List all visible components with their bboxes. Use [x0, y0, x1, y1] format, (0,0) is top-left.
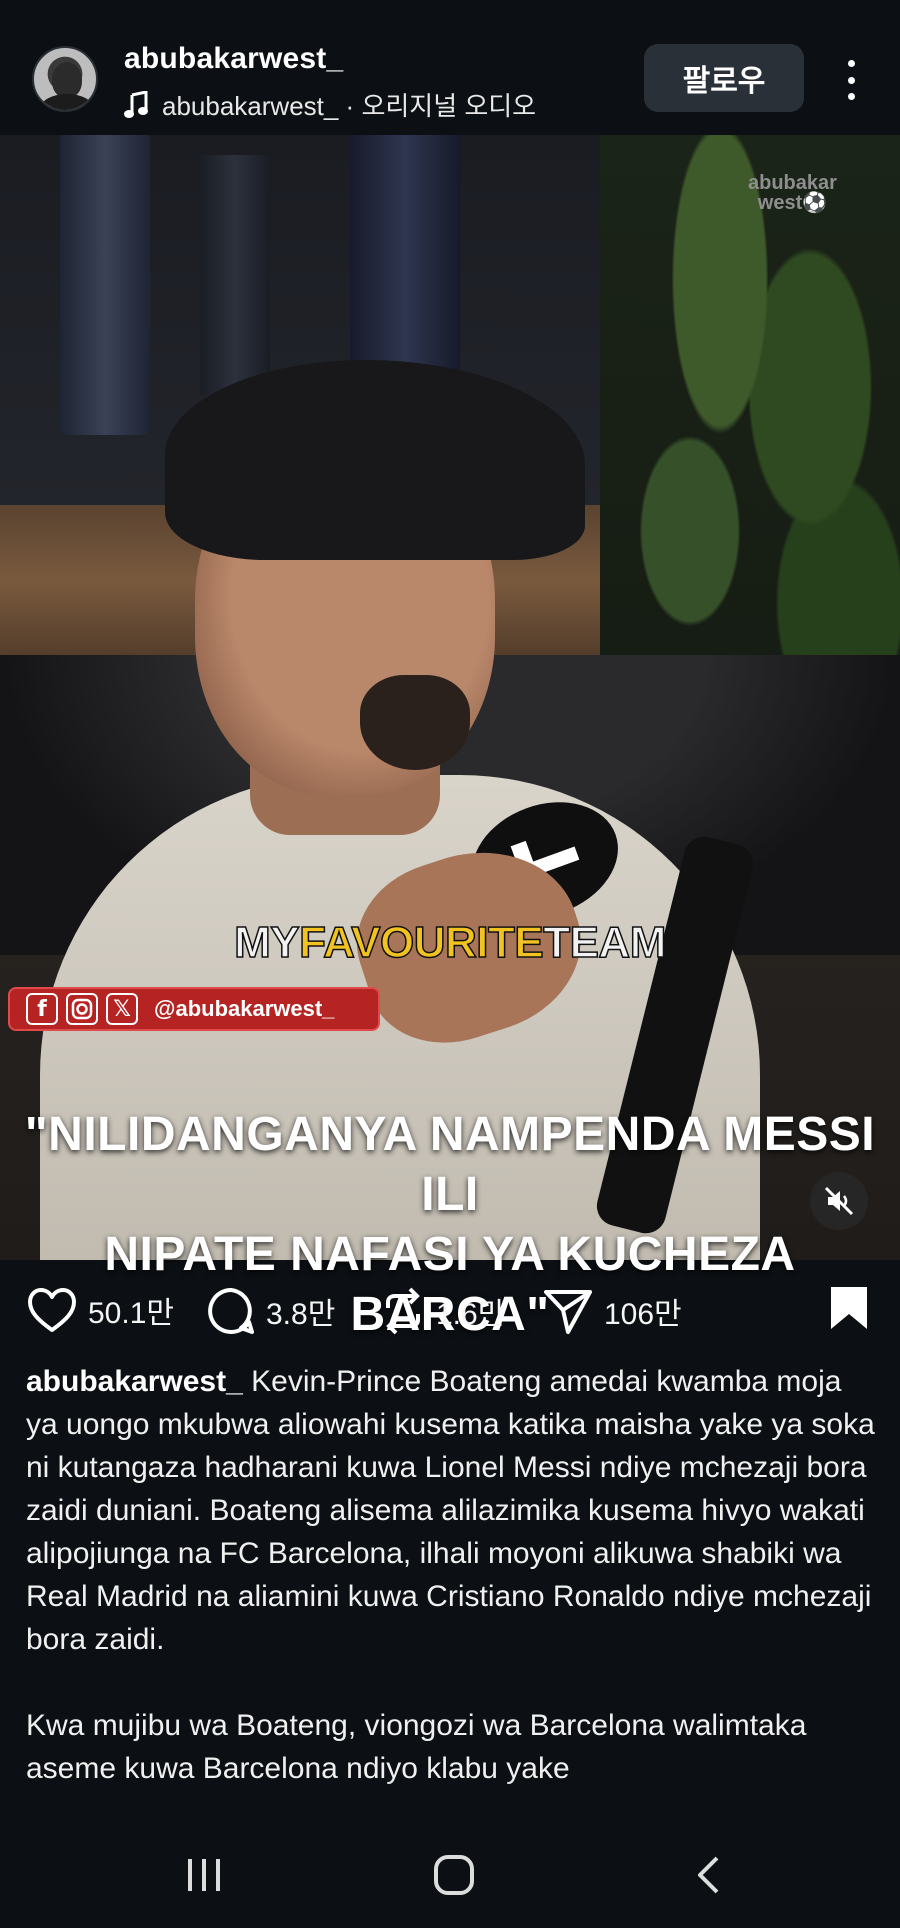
share-count: 106만	[604, 1298, 682, 1331]
header-username[interactable]: abubakarwest_	[124, 42, 343, 76]
comment-icon	[208, 1288, 254, 1334]
video-player[interactable]: abubakar west⚽ MYFAVOURITETEAM f 𝕏 @abub…	[0, 135, 900, 1260]
post-header: abubakarwest_ abubakarwest_ · 오리지널 오디오 팔…	[0, 0, 900, 135]
caption-paragraph-1: Kevin-Prince Boateng amedai kwamba moja …	[26, 1365, 875, 1656]
mute-toggle-icon[interactable]	[810, 1172, 868, 1230]
instagram-icon	[66, 993, 98, 1025]
repost-action[interactable]: 1.6만	[380, 1286, 505, 1336]
comment-action[interactable]: 3.8만	[206, 1286, 335, 1336]
more-options-icon[interactable]	[836, 60, 866, 100]
video-overlay-title: MYFAVOURITETEAM	[233, 917, 667, 968]
back-icon[interactable]	[668, 1840, 748, 1910]
share-action[interactable]: 106만	[542, 1286, 682, 1336]
social-handle-text: @abubakarwest_	[154, 996, 335, 1021]
send-icon	[544, 1290, 592, 1334]
heart-icon	[28, 1288, 76, 1332]
caption-paragraph-2: Kwa mujibu wa Boateng, viongozi wa Barce…	[26, 1709, 807, 1785]
system-navigation-bar	[0, 1820, 900, 1928]
follow-button[interactable]: 팔로우	[644, 44, 804, 112]
instagram-reel-screen: abubakarwest_ abubakarwest_ · 오리지널 오디오 팔…	[0, 0, 900, 1928]
avatar[interactable]	[32, 46, 98, 112]
action-bar: 50.1만 3.8만 1.6만 106만	[0, 1260, 900, 1360]
audio-label: abubakarwest_ · 오리지널 오디오	[162, 91, 537, 121]
repost-count: 1.6만	[436, 1298, 506, 1331]
facebook-icon: f	[26, 993, 58, 1025]
home-icon[interactable]	[414, 1840, 494, 1910]
recent-apps-icon[interactable]	[164, 1840, 244, 1910]
audio-info[interactable]: abubakarwest_ · 오리지널 오디오	[124, 86, 536, 123]
music-note-icon	[124, 90, 148, 118]
post-caption: abubakarwest_ Kevin-Prince Boateng ameda…	[26, 1360, 876, 1820]
like-action[interactable]: 50.1만	[26, 1286, 174, 1334]
like-count: 50.1만	[88, 1297, 174, 1330]
video-watermark: abubakar west⚽	[748, 172, 837, 214]
social-handle-bar: f 𝕏 @abubakarwest_	[8, 987, 380, 1031]
caption-username[interactable]: abubakarwest_	[26, 1365, 243, 1398]
comment-count: 3.8만	[266, 1298, 336, 1331]
x-icon: 𝕏	[106, 993, 138, 1025]
repost-icon	[386, 1287, 420, 1335]
bookmark-icon[interactable]	[828, 1284, 870, 1337]
